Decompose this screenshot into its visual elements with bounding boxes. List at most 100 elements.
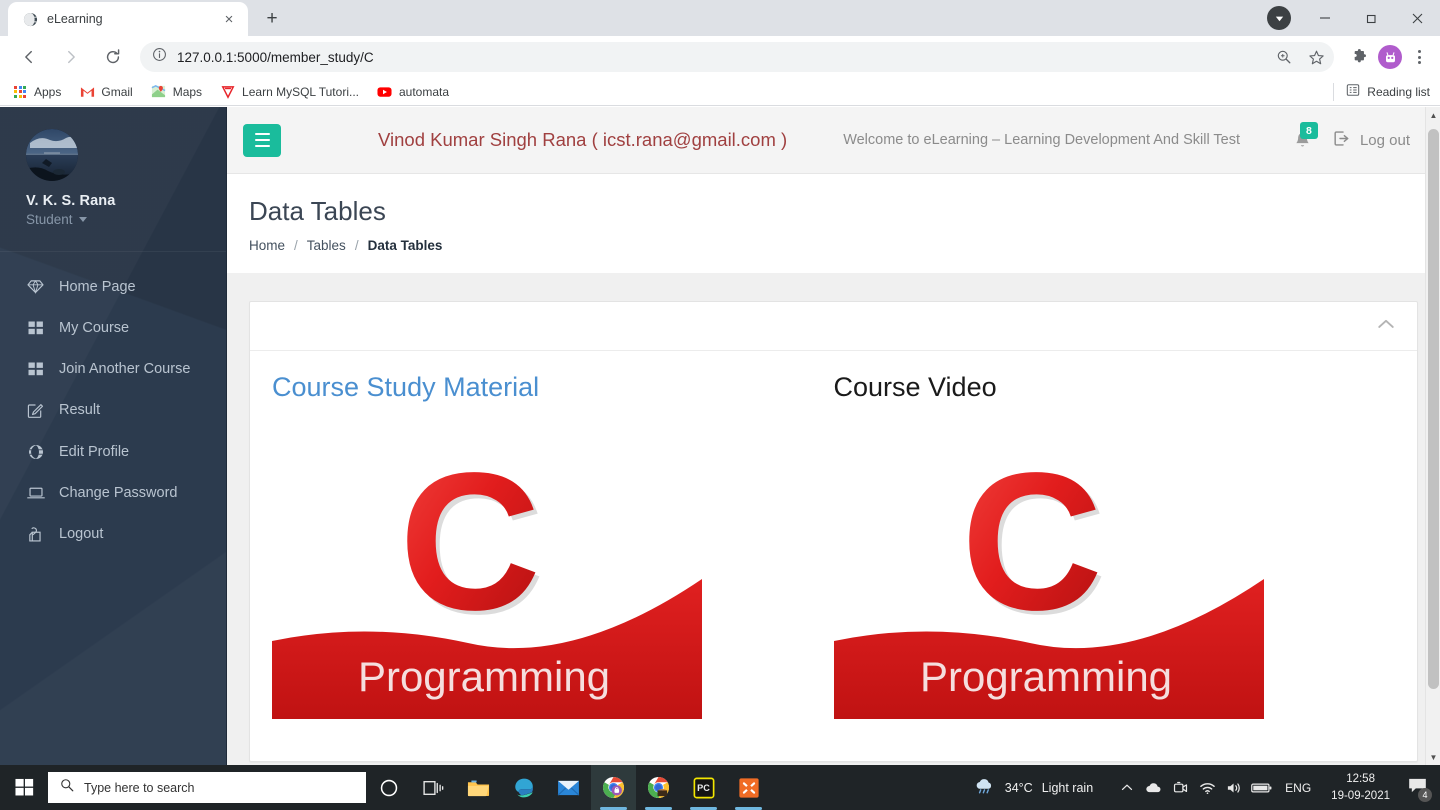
close-icon[interactable]: × bbox=[220, 10, 238, 28]
bookmark-automata[interactable]: automata bbox=[377, 84, 449, 100]
url-text: 127.0.0.1:5000/member_study/C bbox=[177, 49, 374, 65]
globe-icon bbox=[22, 11, 38, 27]
puzzle-icon[interactable] bbox=[1346, 43, 1374, 71]
tab-title: eLearning bbox=[47, 12, 103, 26]
chrome-menu-icon[interactable] bbox=[1406, 43, 1432, 71]
browser-tab[interactable]: eLearning × bbox=[8, 2, 248, 36]
column-course-video: Course Video C C Programming bbox=[833, 371, 1396, 720]
clock-time: 12:58 bbox=[1346, 772, 1375, 785]
notification-badge: 8 bbox=[1299, 122, 1318, 139]
chrome-profile-chip[interactable] bbox=[1256, 0, 1302, 36]
card-body: Course Study Material C C Programming Co… bbox=[250, 351, 1417, 761]
onedrive-icon[interactable] bbox=[1140, 765, 1167, 810]
info-icon[interactable] bbox=[152, 47, 167, 67]
xampp-icon[interactable] bbox=[726, 765, 771, 810]
start-button[interactable] bbox=[0, 765, 48, 810]
page-header: Data Tables Home / Tables / Data Tables bbox=[227, 174, 1440, 273]
diamond-icon bbox=[26, 279, 45, 294]
camera-icon[interactable] bbox=[1167, 765, 1194, 810]
app-sidebar: V. K. S. Rana Student Home Page My Cours… bbox=[0, 107, 227, 765]
maximize-button[interactable] bbox=[1348, 0, 1394, 36]
sidebar-item-label: Join Another Course bbox=[59, 360, 191, 377]
sidebar-item-label: Logout bbox=[59, 526, 104, 542]
course-video-title[interactable]: Course Video bbox=[834, 371, 1396, 403]
app-topbar: Vinod Kumar Singh Rana ( icst.rana@gmail… bbox=[227, 107, 1440, 174]
new-tab-button[interactable]: + bbox=[258, 5, 286, 33]
sidebar-item-my-course[interactable]: My Course bbox=[0, 307, 226, 348]
star-icon[interactable] bbox=[1302, 43, 1330, 71]
topbar-user-name: Vinod Kumar Singh Rana bbox=[378, 129, 587, 150]
logout-button[interactable]: Log out bbox=[1333, 130, 1410, 151]
notifications-button[interactable]: 8 bbox=[1291, 122, 1318, 155]
language-indicator[interactable]: ENG bbox=[1275, 781, 1321, 795]
course-study-material-link[interactable]: Course Study Material bbox=[272, 371, 834, 403]
pycharm-icon[interactable]: PC bbox=[681, 765, 726, 810]
wifi-icon[interactable] bbox=[1194, 765, 1221, 810]
logout-icon bbox=[1333, 130, 1350, 151]
chevron-up-icon[interactable] bbox=[1377, 317, 1395, 335]
bookmark-gmail[interactable]: Gmail bbox=[79, 84, 133, 100]
sidebar-item-logout[interactable]: Logout bbox=[0, 513, 226, 555]
chevron-down-icon bbox=[78, 217, 87, 222]
minimize-button[interactable] bbox=[1302, 0, 1348, 36]
bookmark-maps[interactable]: Maps bbox=[151, 84, 202, 100]
cortana-icon[interactable] bbox=[366, 765, 411, 810]
extension-profile-icon[interactable] bbox=[1376, 43, 1404, 71]
zoom-icon[interactable] bbox=[1270, 43, 1298, 71]
system-tray: 34°C Light rain ENG 12:58 19-09-2021 4 bbox=[973, 765, 1440, 810]
reading-list-label: Reading list bbox=[1367, 84, 1430, 99]
breadcrumb-item-home[interactable]: Home bbox=[249, 238, 285, 253]
scroll-up-icon[interactable]: ▲ bbox=[1426, 107, 1440, 123]
bookmark-apps[interactable]: Apps bbox=[12, 84, 61, 100]
taskbar-search-input[interactable]: Type here to search bbox=[48, 772, 366, 803]
sidebar-user-role[interactable]: Student bbox=[26, 212, 226, 227]
taskbar-weather[interactable]: 34°C Light rain bbox=[973, 776, 1093, 800]
breadcrumb-item-tables[interactable]: Tables bbox=[307, 238, 346, 253]
bookmark-label: Learn MySQL Tutori... bbox=[242, 84, 359, 99]
task-view-icon[interactable] bbox=[411, 765, 456, 810]
gmail-icon bbox=[79, 84, 95, 100]
sidebar-item-home-page[interactable]: Home Page bbox=[0, 266, 226, 307]
copy-icon bbox=[26, 526, 45, 543]
course-study-material-thumb-wrap[interactable]: C C Programming bbox=[272, 445, 834, 720]
page-scrollbar[interactable]: ▲ ▼ bbox=[1425, 107, 1440, 765]
chrome-icon[interactable] bbox=[591, 765, 636, 810]
edge-icon[interactable] bbox=[501, 765, 546, 810]
browser-window: eLearning × + 127.0.0.1:5000/member_stud… bbox=[0, 0, 1440, 810]
forward-icon[interactable] bbox=[55, 41, 87, 73]
file-explorer-icon[interactable] bbox=[456, 765, 501, 810]
action-center-button[interactable]: 4 bbox=[1400, 765, 1434, 810]
taskbar-clock[interactable]: 12:58 19-09-2021 bbox=[1321, 771, 1400, 804]
volume-icon[interactable] bbox=[1221, 765, 1248, 810]
reading-list-icon bbox=[1346, 83, 1360, 100]
bookmark-label: automata bbox=[398, 84, 450, 99]
show-hidden-icons[interactable] bbox=[1113, 765, 1140, 810]
sidebar-item-label: Home Page bbox=[59, 278, 136, 295]
address-bar[interactable]: 127.0.0.1:5000/member_study/C bbox=[140, 42, 1334, 72]
back-icon[interactable] bbox=[13, 41, 45, 73]
scrollbar-thumb[interactable] bbox=[1428, 129, 1439, 689]
globe-circle-icon bbox=[26, 444, 45, 460]
sidebar-item-label: Change Password bbox=[59, 484, 178, 501]
sidebar-toggle-button[interactable] bbox=[243, 123, 281, 157]
weather-temperature: 34°C bbox=[1004, 780, 1033, 795]
chrome-icon[interactable] bbox=[636, 765, 681, 810]
bookmark-mysql-tutorial[interactable]: Learn MySQL Tutori... bbox=[220, 84, 359, 100]
mail-icon[interactable] bbox=[546, 765, 591, 810]
tab-strip: eLearning × + bbox=[0, 0, 1440, 36]
c-programming-image: C C Programming bbox=[272, 445, 702, 720]
sidebar-item-change-password[interactable]: Change Password bbox=[0, 472, 226, 513]
sidebar-role-label: Student bbox=[26, 212, 73, 227]
sidebar-item-edit-profile[interactable]: Edit Profile bbox=[0, 431, 226, 472]
close-window-button[interactable] bbox=[1394, 0, 1440, 36]
reload-icon[interactable] bbox=[97, 41, 129, 73]
reading-list-button[interactable]: Reading list bbox=[1333, 82, 1430, 101]
course-video-thumb-wrap[interactable]: C C Programming bbox=[833, 445, 1396, 720]
window-controls bbox=[1256, 0, 1440, 36]
scroll-down-icon[interactable]: ▼ bbox=[1426, 749, 1440, 765]
sidebar-item-result[interactable]: Result bbox=[0, 389, 226, 431]
c-programming-image: C C Programming bbox=[833, 445, 1264, 720]
sidebar-profile[interactable]: V. K. S. Rana Student bbox=[0, 107, 226, 252]
battery-icon[interactable] bbox=[1248, 765, 1275, 810]
sidebar-item-join-another-course[interactable]: Join Another Course bbox=[0, 348, 226, 389]
